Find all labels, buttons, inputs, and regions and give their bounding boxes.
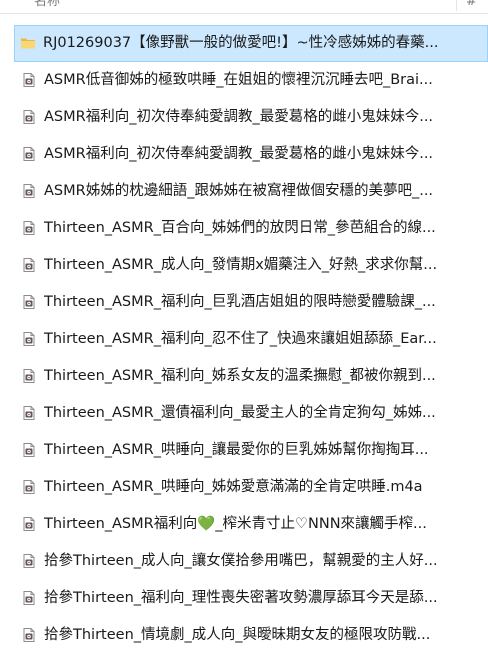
file-name: Thirteen_ASMR福利向💚_榨米青寸止♡NNN來讓觸手榨... <box>44 516 427 532</box>
audio-file-icon <box>21 368 37 384</box>
file-row[interactable]: Thirteen_ASMR_哄睡向_讓最愛你的巨乳姊姊幫你掏掏耳... <box>0 432 488 469</box>
file-name: ASMR福利向_初次侍奉純愛調教_最愛葛格的雌小鬼妹妹今... <box>44 146 434 162</box>
file-row[interactable]: ASMR低音御姊的極致哄睡_在姐姐的懷裡沉沉睡去吧_Brai... <box>0 62 488 99</box>
column-header: 名称 # <box>0 0 488 14</box>
file-explorer: 名称 # RJ01269037【像野獸一般的做愛吧!】~性冷感姊姊的春藥... A… <box>0 0 488 661</box>
file-name: Thirteen_ASMR_福利向_忍不住了_快過來讓姐姐舔舔_Ear... <box>44 331 437 347</box>
audio-file-icon <box>21 72 37 88</box>
audio-file-icon <box>21 516 37 532</box>
file-name: Thirteen_ASMR_成人向_發情期x媚藥注入_好熱_求求你幫... <box>44 257 438 273</box>
file-row[interactable]: Thirteen_ASMR福利向💚_榨米青寸止♡NNN來讓觸手榨... <box>0 506 488 543</box>
file-row[interactable]: Thirteen_ASMR_哄睡向_姊姊愛意滿滿的全肯定哄睡.m4a <box>0 469 488 506</box>
file-row[interactable]: ASMR福利向_初次侍奉純愛調教_最愛葛格的雌小鬼妹妹今... <box>0 99 488 136</box>
audio-file-icon <box>21 183 37 199</box>
file-name: 拾參Thirteen_福利向_理性喪失密著攻勢濃厚舔耳今天是舔... <box>44 590 438 606</box>
file-name: Thirteen_ASMR_哄睡向_讓最愛你的巨乳姊姊幫你掏掏耳... <box>44 442 429 458</box>
column-header-name[interactable]: 名称 <box>34 0 60 13</box>
file-name: 拾參Thirteen_成人向_讓女僕拾參用嘴巴，幫親愛的主人好... <box>44 553 438 569</box>
file-row[interactable]: 拾參Thirteen_成人向_讓女僕拾參用嘴巴，幫親愛的主人好... <box>0 543 488 580</box>
folder-row[interactable]: RJ01269037【像野獸一般的做愛吧!】~性冷感姊姊的春藥... <box>14 25 488 62</box>
file-row[interactable]: ASMR福利向_初次侍奉純愛調教_最愛葛格的雌小鬼妹妹今... <box>0 136 488 173</box>
column-header-number[interactable]: # <box>466 0 477 13</box>
file-row[interactable]: ASMR姊姊的枕邊細語_跟姊姊在被窩裡做個安穩的美夢吧_... <box>0 173 488 210</box>
audio-file-icon <box>21 220 37 236</box>
file-name: 拾參Thirteen_情境劇_成人向_與曖昧期女友的極限攻防戰... <box>44 627 431 643</box>
file-name: ASMR福利向_初次侍奉純愛調教_最愛葛格的雌小鬼妹妹今... <box>44 109 434 125</box>
folder-icon <box>20 35 36 51</box>
file-list: RJ01269037【像野獸一般的做愛吧!】~性冷感姊姊的春藥... ASMR低音… <box>0 25 488 654</box>
audio-file-icon <box>21 627 37 643</box>
audio-file-icon <box>21 553 37 569</box>
file-row[interactable]: 拾參Thirteen_情境劇_成人向_與曖昧期女友的極限攻防戰... <box>0 617 488 654</box>
audio-file-icon <box>21 479 37 495</box>
file-row[interactable]: Thirteen_ASMR_福利向_姊系女友的溫柔撫慰_都被你親到... <box>0 358 488 395</box>
file-row[interactable]: Thirteen_ASMR_還債福利向_最愛主人的全肯定狗勾_姊姊... <box>0 395 488 432</box>
file-name: Thirteen_ASMR_還債福利向_最愛主人的全肯定狗勾_姊姊... <box>44 405 436 421</box>
audio-file-icon <box>21 405 37 421</box>
audio-file-icon <box>21 294 37 310</box>
audio-file-icon <box>21 109 37 125</box>
file-name: ASMR姊姊的枕邊細語_跟姊姊在被窩裡做個安穩的美夢吧_... <box>44 183 434 199</box>
file-name: Thirteen_ASMR_福利向_姊系女友的溫柔撫慰_都被你親到... <box>44 368 436 384</box>
audio-file-icon <box>21 331 37 347</box>
file-row[interactable]: Thirteen_ASMR_福利向_巨乳酒店姐姐的限時戀愛體驗課_... <box>0 284 488 321</box>
file-row[interactable]: Thirteen_ASMR_成人向_發情期x媚藥注入_好熱_求求你幫... <box>0 247 488 284</box>
file-row[interactable]: 拾參Thirteen_福利向_理性喪失密著攻勢濃厚舔耳今天是舔... <box>0 580 488 617</box>
file-name: Thirteen_ASMR_哄睡向_姊姊愛意滿滿的全肯定哄睡.m4a <box>44 479 423 495</box>
file-name: RJ01269037【像野獸一般的做愛吧!】~性冷感姊姊的春藥... <box>43 35 439 51</box>
file-name: ASMR低音御姊的極致哄睡_在姐姐的懷裡沉沉睡去吧_Brai... <box>44 72 433 88</box>
audio-file-icon <box>21 442 37 458</box>
audio-file-icon <box>21 146 37 162</box>
column-divider[interactable] <box>456 0 457 11</box>
file-name: Thirteen_ASMR_百合向_姊姊們的放閃日常_參芭組合的線... <box>44 220 436 236</box>
audio-file-icon <box>21 257 37 273</box>
file-row[interactable]: Thirteen_ASMR_百合向_姊姊們的放閃日常_參芭組合的線... <box>0 210 488 247</box>
file-row[interactable]: Thirteen_ASMR_福利向_忍不住了_快過來讓姐姐舔舔_Ear... <box>0 321 488 358</box>
audio-file-icon <box>21 590 37 606</box>
file-name: Thirteen_ASMR_福利向_巨乳酒店姐姐的限時戀愛體驗課_... <box>44 294 436 310</box>
